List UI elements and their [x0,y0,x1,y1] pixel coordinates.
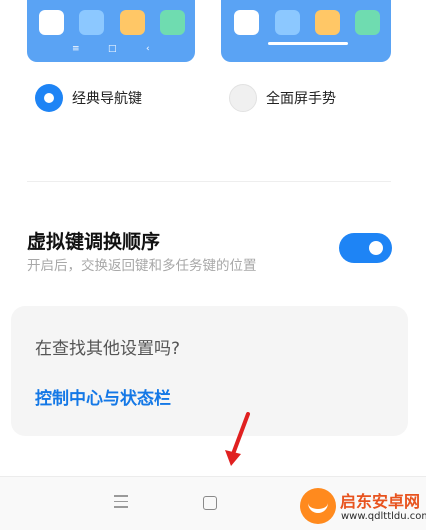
recents-menu-icon[interactable] [114,495,128,512]
preview-app-icon [39,10,64,35]
toggle-knob [369,241,383,255]
back-icon: ‹ [146,44,150,54]
preview-app-icon [315,10,340,35]
gesture-nav-option[interactable]: 全面屏手势 [229,84,336,112]
preview-app-icon [355,10,380,35]
radio-dot [44,93,54,103]
watermark-logo-icon [300,488,336,524]
preview-app-icon [234,10,259,35]
site-watermark: 启东安卓网 www.qdlttldu.com [296,486,426,528]
watermark-url: www.qdlttldu.com [341,511,426,522]
annotation-arrow-icon [225,412,250,466]
preview-app-icon [120,10,145,35]
preview-app-icon [79,10,104,35]
classic-nav-option[interactable]: 经典导航键 [35,84,142,112]
swap-keys-description: 开启后，交换返回键和多任务键的位置 [27,258,257,274]
home-icon: □ [108,44,117,54]
home-square-icon[interactable] [203,496,217,510]
gesture-nav-radio[interactable] [229,84,257,112]
classic-nav-radio[interactable] [35,84,63,112]
preview-app-icon [275,10,300,35]
menu-icon: ≡ [72,44,80,54]
classic-nav-preview[interactable]: ≡ □ ‹ [27,0,195,62]
search-suggestion-question: 在查找其他设置吗? [35,339,181,359]
watermark-title: 启东安卓网 [340,492,421,511]
gesture-bar [268,42,348,45]
gesture-nav-preview[interactable] [221,0,391,62]
search-suggestion-card: 在查找其他设置吗? 控制中心与状态栏 [11,306,408,436]
preview-app-icon [160,10,185,35]
control-center-link[interactable]: 控制中心与状态栏 [35,384,171,409]
swap-keys-toggle[interactable] [339,233,392,263]
gesture-nav-label: 全面屏手势 [266,91,336,107]
swap-keys-title: 虚拟键调换顺序 [27,231,161,253]
classic-nav-label: 经典导航键 [72,91,142,107]
divider [27,181,391,182]
